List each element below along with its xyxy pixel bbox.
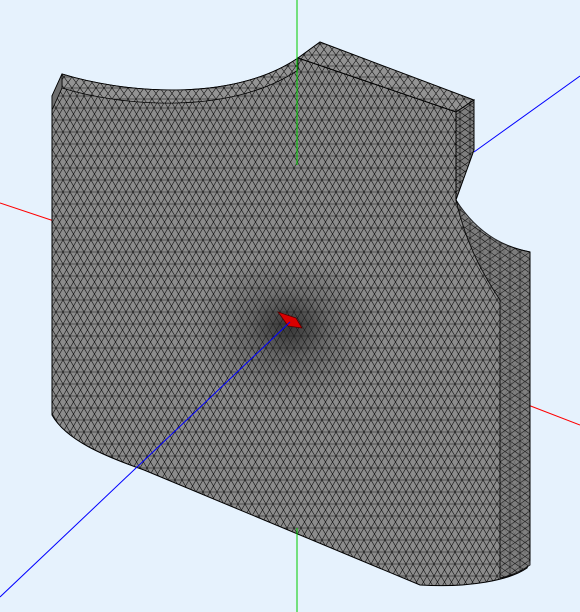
z-axis-line-upper: [473, 75, 580, 153]
x-axis-line-right: [527, 404, 580, 426]
mesh-scene[interactable]: [0, 0, 580, 612]
upper-right-face[interactable]: [455, 99, 475, 201]
3d-viewport[interactable]: [0, 0, 580, 612]
x-axis-line-left: [0, 202, 55, 222]
